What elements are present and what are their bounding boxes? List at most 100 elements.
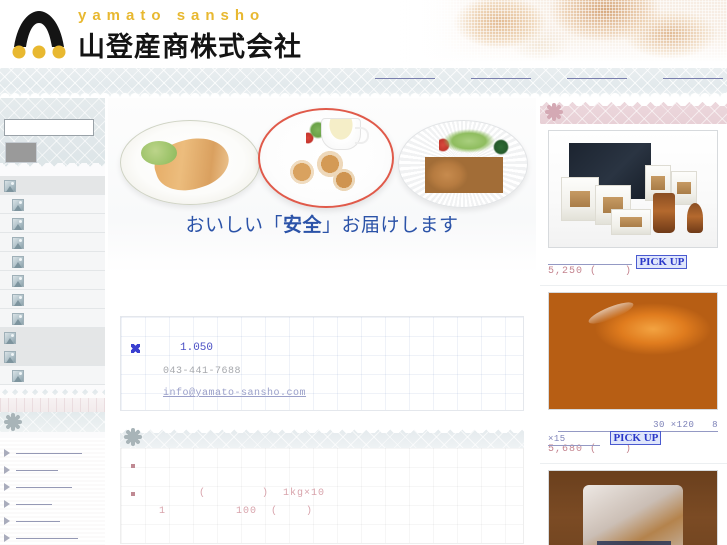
broken-image-icon bbox=[12, 313, 24, 325]
product-card-3[interactable] bbox=[540, 464, 727, 545]
pick-up-badge[interactable]: PICK UP bbox=[610, 431, 662, 445]
nav-link-2[interactable] bbox=[471, 77, 531, 79]
glazed-fried-food-image bbox=[548, 292, 718, 410]
tagline-quote-close: 」 bbox=[322, 215, 342, 236]
hero-tagline: おいしい「安全」お届けします bbox=[108, 210, 536, 237]
nav-link-1[interactable] bbox=[375, 77, 435, 79]
price-value: 1.050 bbox=[180, 342, 214, 354]
phone-number: 043-441-7688 bbox=[163, 366, 242, 377]
sidebar-link-3[interactable] bbox=[0, 478, 105, 495]
product-card-2[interactable]: 30 ×120 8 ×15 PICK UP 5,680 ( ) bbox=[540, 286, 727, 464]
product-line-3: 1 100 ( ) bbox=[159, 506, 314, 517]
flower-icon bbox=[544, 102, 564, 122]
product-card-2-meta-line-top: 30 ×120 8 bbox=[548, 414, 718, 432]
fried-shrimp-plate-image bbox=[120, 120, 260, 205]
sidebar-link-label bbox=[16, 452, 82, 454]
gift-box-assortment-image bbox=[548, 130, 718, 248]
brand-kanji: 山登産商株式会社 bbox=[78, 32, 302, 62]
product-card-1[interactable]: PICK UP 5,250 ( ) bbox=[540, 124, 727, 286]
product-card-1-meta: PICK UP 5,250 ( ) bbox=[548, 252, 718, 277]
bottle bbox=[687, 203, 703, 233]
sidebar-link-1[interactable] bbox=[0, 444, 105, 461]
sidebar-link-label bbox=[16, 486, 72, 488]
nav-link-group bbox=[375, 77, 723, 79]
sidebar-link-label bbox=[16, 537, 78, 539]
flower-icon bbox=[3, 412, 23, 432]
triangle-bullet-icon bbox=[4, 466, 10, 474]
triangle-bullet-icon bbox=[4, 449, 10, 457]
sidebar-menu-item-5[interactable] bbox=[0, 252, 105, 271]
sidebar-menu-item-11[interactable] bbox=[0, 366, 105, 385]
price-row: 1.050 bbox=[131, 342, 213, 354]
left-sidebar bbox=[0, 98, 105, 545]
croquette-plate-image bbox=[398, 120, 528, 208]
sidebar-link-label bbox=[16, 469, 58, 471]
sidebar-menu-item-10[interactable] bbox=[0, 347, 105, 366]
hero-banner: おいしい「安全」お届けします bbox=[108, 98, 536, 273]
pick-up-badge[interactable]: PICK UP bbox=[636, 255, 688, 269]
triangle-bullet-icon bbox=[4, 517, 10, 525]
email-link[interactable]: info@yamato-sansho.com bbox=[163, 388, 306, 399]
sparkle-icon bbox=[131, 343, 140, 353]
triangle-bullet-icon bbox=[4, 483, 10, 491]
site-header: yamato sansho 山登産商株式会社 bbox=[0, 0, 727, 68]
mountain-logo-svg bbox=[12, 11, 66, 59]
nav-link-3[interactable] bbox=[567, 77, 627, 79]
site-logo[interactable]: yamato sansho 山登産商株式会社 bbox=[8, 3, 302, 63]
nav-link-4[interactable] bbox=[663, 77, 723, 79]
sidebar-menu bbox=[0, 176, 105, 385]
info-box: 1.050 043-441-7688 info@yamato-sansho.co… bbox=[120, 316, 524, 411]
packet bbox=[561, 177, 599, 221]
sidebar-link-6[interactable] bbox=[0, 529, 105, 545]
sidebar-divider bbox=[0, 386, 105, 432]
packaged-product-on-wood-image bbox=[548, 470, 718, 545]
broken-image-icon bbox=[12, 218, 24, 230]
search-input[interactable] bbox=[4, 119, 94, 136]
sidebar-menu-item-2[interactable] bbox=[0, 195, 105, 214]
product-card-2-meta-second: ×15 bbox=[548, 434, 600, 446]
sidebar-menu-item-9[interactable] bbox=[0, 328, 105, 347]
divider-pink-strip bbox=[0, 398, 105, 412]
tagline-quote-open: 「 bbox=[263, 215, 283, 236]
sidebar-menu-item-6[interactable] bbox=[0, 271, 105, 290]
search-button[interactable] bbox=[5, 142, 37, 163]
brand-romaji: yamato sansho bbox=[78, 7, 266, 24]
broken-image-icon bbox=[12, 370, 24, 382]
broken-image-icon bbox=[4, 351, 16, 363]
bottle bbox=[653, 193, 675, 233]
broken-image-icon bbox=[12, 256, 24, 268]
sidebar-link-5[interactable] bbox=[0, 512, 105, 529]
broken-image-icon bbox=[12, 237, 24, 249]
broken-image-icon bbox=[12, 199, 24, 211]
broken-image-icon bbox=[4, 332, 16, 344]
divider-zigzag bbox=[0, 386, 105, 398]
triangle-bullet-icon bbox=[4, 534, 10, 542]
right-sidebar: PICK UP 5,250 ( ) 30 ×120 8 ×15 PICK UP … bbox=[540, 98, 727, 545]
product-panel-body: ( ) 1kg×10 1 100 ( ) bbox=[120, 448, 524, 544]
square-bullet-icon bbox=[131, 464, 135, 468]
broken-image-icon bbox=[4, 180, 16, 192]
sidebar-menu-item-7[interactable] bbox=[0, 290, 105, 309]
sidebar-menu-item-8[interactable] bbox=[0, 309, 105, 328]
sidebar-menu-item-4[interactable] bbox=[0, 233, 105, 252]
sidebar-link-list bbox=[0, 438, 105, 545]
sidebar-link-2[interactable] bbox=[0, 461, 105, 478]
sidebar-menu-item-3[interactable] bbox=[0, 214, 105, 233]
sidebar-link-label bbox=[16, 520, 60, 522]
sauce-cup-image bbox=[321, 118, 369, 150]
sidebar-menu-item-1[interactable] bbox=[0, 176, 105, 195]
product-bag bbox=[583, 485, 683, 545]
top-navigation-bar bbox=[0, 68, 727, 98]
product-card-2-meta-line: ×15 PICK UP bbox=[548, 428, 718, 446]
sidebar-link-4[interactable] bbox=[0, 495, 105, 512]
flower-icon bbox=[123, 427, 143, 447]
divider-lace-foot bbox=[0, 412, 105, 432]
packet bbox=[611, 209, 651, 235]
product-line-2: ( ) 1kg×10 bbox=[199, 488, 326, 499]
product-card-1-meta-top bbox=[548, 255, 632, 265]
tagline-prefix: おいしい bbox=[185, 215, 264, 236]
main-content: おいしい「安全」お届けします 1.050 043-441-7688 info@y… bbox=[108, 98, 536, 545]
triangle-bullet-icon bbox=[4, 500, 10, 508]
product-panel: ( ) 1kg×10 1 100 ( ) bbox=[120, 426, 524, 544]
product-panel-header bbox=[120, 426, 524, 448]
